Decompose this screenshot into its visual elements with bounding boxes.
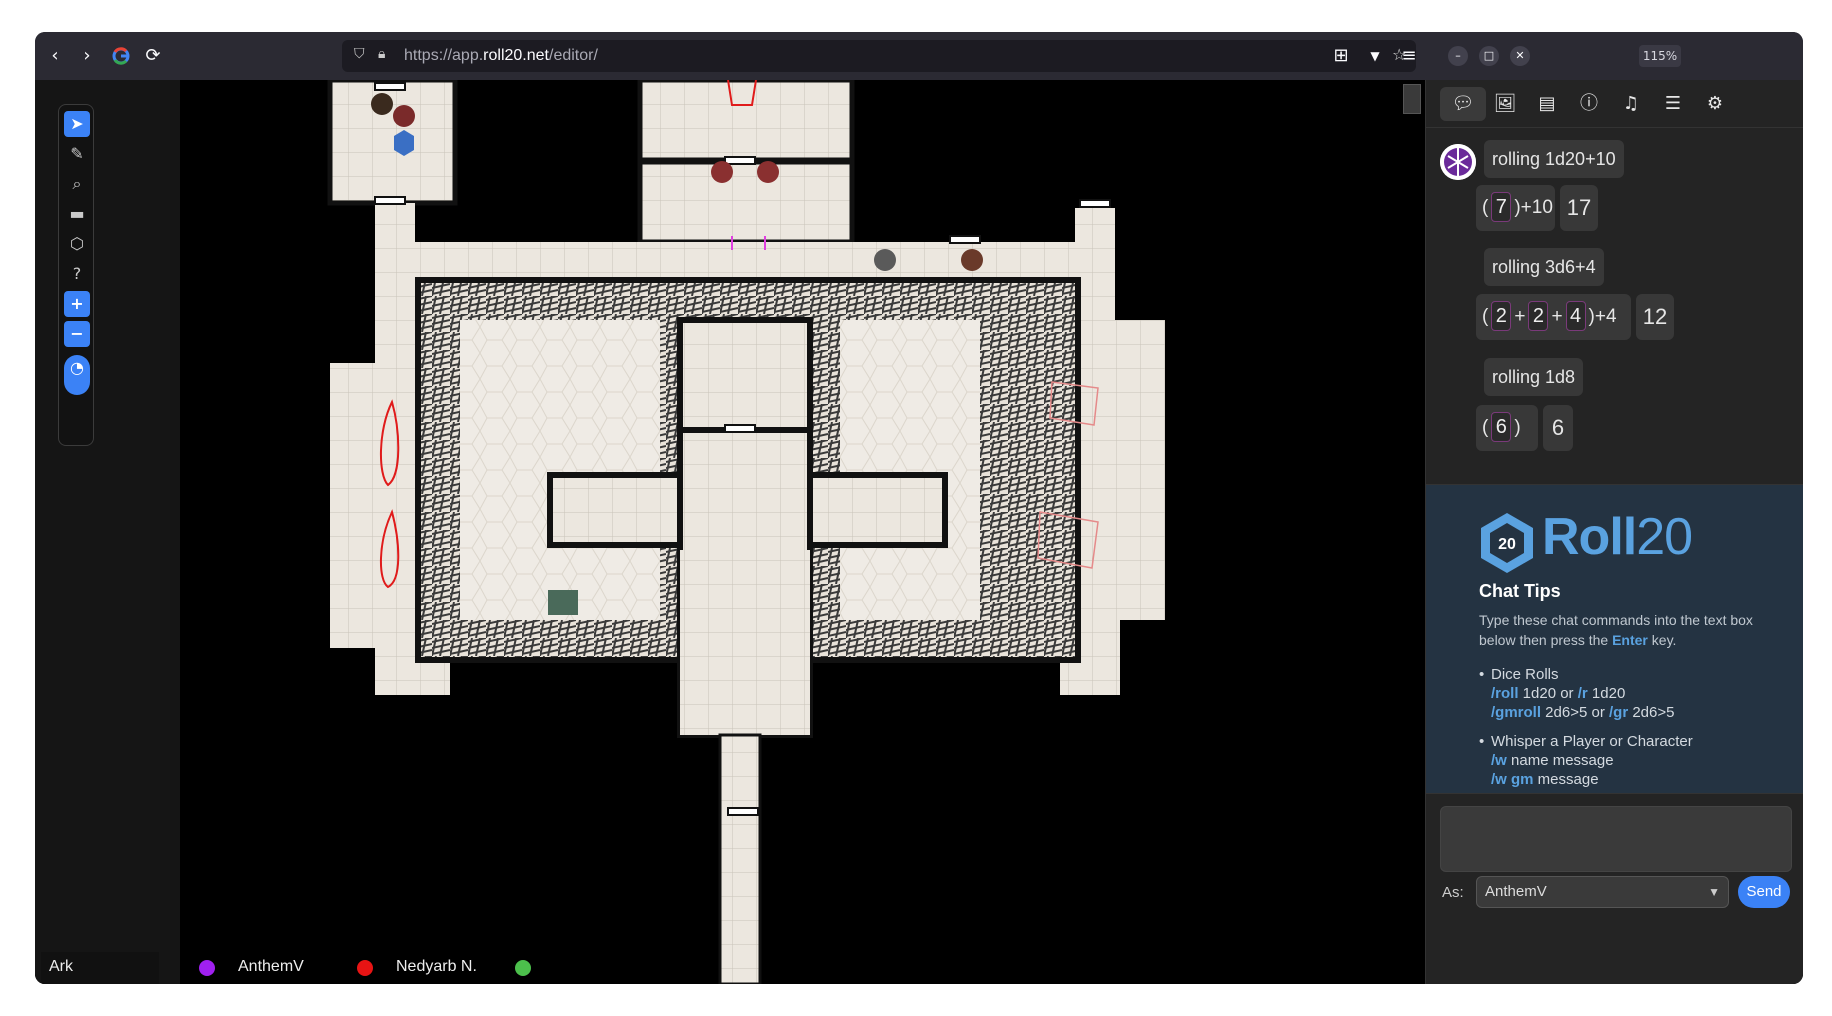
shield-icon[interactable]: ⛉ — [354, 46, 365, 62]
url-bar[interactable]: ⛉ 🔒︎ https://app.roll20.net/editor/ 115%… — [342, 40, 1681, 72]
forward-icon[interactable]: › — [75, 44, 99, 68]
roll-label: rolling 1d20+10 — [1484, 140, 1624, 178]
art-library-tab-icon[interactable]: 🖼︎ — [1482, 87, 1528, 121]
chat-tips-panel: 20 Roll20 Chat Tips Type these chat comm… — [1426, 484, 1803, 794]
list-item: • Whisper a Player or Character /w name … — [1479, 733, 1693, 788]
zoom-out-button[interactable]: − — [64, 321, 90, 347]
roll-total: 6 — [1543, 405, 1573, 451]
roll20-editor: ➤ ✎ ⌕ ▬ ⬡ ? + − ◔ Ark AnthemV Nedyarb N.… — [35, 80, 1803, 984]
tool-column: ➤ ✎ ⌕ ▬ ⬡ ? + − ◔ — [35, 80, 180, 984]
tips-title: Chat Tips — [1479, 581, 1561, 601]
maximize-icon[interactable]: □ — [1479, 46, 1499, 66]
tips-intro: Type these chat commands into the text b… — [1479, 612, 1753, 648]
tips-list: • Dice Rolls /roll 1d20 or /r 1d20 /gmro… — [1479, 665, 1789, 789]
browser-toolbar: ‹ › ⟳ ⛉ 🔒︎ https://app.roll20.net/editor… — [35, 32, 1803, 80]
browser-window: ‹ › ⟳ ⛉ 🔒︎ https://app.roll20.net/editor… — [35, 32, 1803, 984]
die-value: 2 — [1491, 301, 1512, 331]
chat-log: rolling 1d20+10 (7)+10 17 rolling 3d6+4 … — [1426, 128, 1803, 484]
question-icon[interactable]: ? — [64, 261, 90, 287]
dropdown-icon[interactable]: ▼ — [1363, 44, 1387, 68]
chat-input[interactable] — [1440, 806, 1792, 872]
send-button[interactable]: Send — [1738, 876, 1790, 908]
avatar — [1440, 144, 1476, 180]
player-color-dot — [515, 960, 531, 976]
roll-total: 12 — [1636, 294, 1674, 340]
d20-icon[interactable]: ⬡ — [64, 231, 90, 257]
roll-total: 17 — [1560, 185, 1598, 231]
journal-tab-icon[interactable]: ▤ — [1524, 87, 1570, 121]
die-value: 6 — [1491, 412, 1512, 442]
google-icon[interactable] — [109, 44, 133, 68]
magnify-icon[interactable]: ⌕ — [64, 171, 90, 197]
new-tab-icon[interactable]: ⊞ — [1329, 44, 1353, 68]
reload-icon[interactable]: ⟳ — [141, 44, 165, 68]
player-color-dot — [199, 960, 215, 976]
collections-tab-icon[interactable]: ☰ — [1650, 87, 1696, 121]
settings-tab-icon[interactable]: ⚙ — [1692, 87, 1738, 121]
close-icon[interactable]: ✕ — [1510, 46, 1530, 66]
back-icon[interactable]: ‹ — [43, 44, 67, 68]
roll-label: rolling 1d8 — [1484, 358, 1584, 396]
player-name[interactable]: AnthemV — [238, 958, 304, 976]
roll-label: rolling 3d6+4 — [1484, 248, 1604, 286]
info-tab-icon[interactable]: ⓘ — [1566, 87, 1612, 121]
sidebar-tabs: 💬︎ 🖼︎ ▤ ⓘ ♫ ☰ ⚙ — [1426, 80, 1803, 128]
minimize-icon[interactable]: – — [1448, 46, 1468, 66]
speaking-as-select[interactable]: AnthemV ▼ — [1476, 876, 1729, 908]
die-value: 7 — [1491, 192, 1512, 222]
cursor-icon[interactable]: ➤ — [64, 111, 90, 137]
list-item: • Dice Rolls /roll 1d20 or /r 1d20 /gmro… — [1479, 666, 1675, 721]
roll-result: (6) — [1476, 405, 1538, 451]
hamburger-menu-icon[interactable]: ≡ — [1397, 44, 1421, 68]
die-value: 2 — [1528, 301, 1549, 331]
player-name: Ark — [49, 958, 73, 975]
chat-tab-icon[interactable]: 💬︎ — [1440, 87, 1486, 121]
as-label: As: — [1442, 884, 1464, 901]
roll20-logo-icon: 20 — [1478, 511, 1536, 575]
zoom-indicator[interactable]: 115% — [1639, 45, 1681, 67]
toolbar-panel: ➤ ✎ ⌕ ▬ ⬡ ? + − ◔ — [58, 104, 94, 446]
dungeon-map[interactable] — [180, 80, 1425, 984]
svg-text:20: 20 — [1498, 536, 1516, 553]
roll20-logo: Roll20 — [1542, 508, 1693, 566]
right-sidebar: 💬︎ 🖼︎ ▤ ⓘ ♫ ☰ ⚙ rolling 1d20+10 (7)+10 1… — [1425, 80, 1803, 984]
player-name[interactable]: Nedyarb N. — [396, 958, 477, 976]
spinner-icon[interactable]: ◔ — [64, 355, 90, 395]
map-layer-toggle[interactable] — [1403, 84, 1421, 114]
roll-result: (2 +2 +4)+4 — [1476, 294, 1631, 340]
brush-icon[interactable]: ✎ — [64, 141, 90, 167]
player-color-dot — [357, 960, 373, 976]
player-ark[interactable]: Ark — [41, 952, 159, 984]
chevron-down-icon: ▼ — [1708, 885, 1720, 899]
ruler-icon[interactable]: ▬ — [64, 201, 90, 227]
roll-result: (7)+10 — [1476, 185, 1555, 231]
lock-icon[interactable]: 🔒︎ — [378, 46, 385, 62]
die-value: 4 — [1565, 301, 1586, 331]
jukebox-tab-icon[interactable]: ♫ — [1608, 87, 1654, 121]
zoom-in-button[interactable]: + — [64, 291, 90, 317]
player-bar: Ark AnthemV Nedyarb N. — [35, 952, 1425, 984]
map-canvas[interactable] — [180, 80, 1425, 984]
url-text[interactable]: https://app.roll20.net/editor/ — [404, 47, 598, 65]
